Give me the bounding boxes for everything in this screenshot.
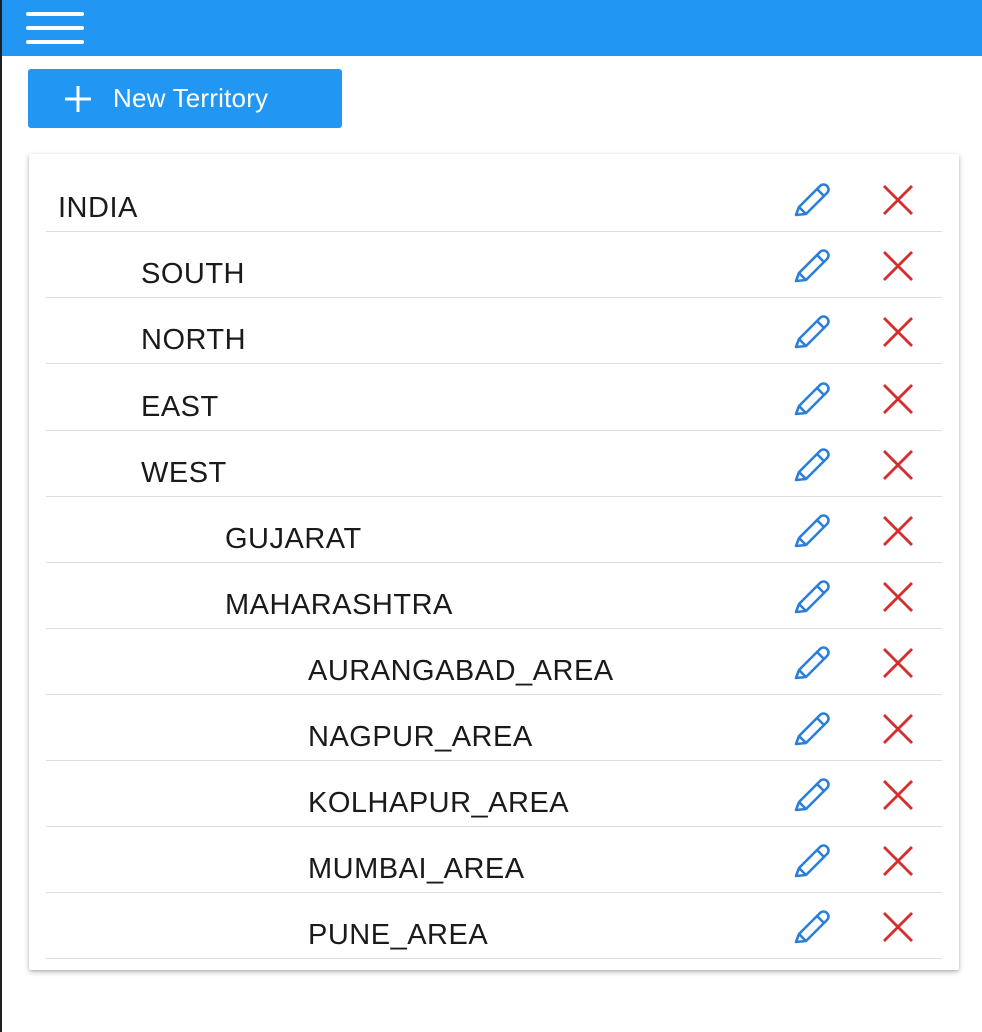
close-icon[interactable] [878, 312, 918, 352]
close-icon[interactable] [878, 907, 918, 947]
territory-row: INDIA [46, 166, 942, 232]
territory-name: NAGPUR_AREA [308, 721, 533, 753]
pencil-icon[interactable] [788, 907, 834, 953]
close-icon[interactable] [878, 445, 918, 485]
territory-row: PUNE_AREA [46, 893, 942, 959]
pencil-icon[interactable] [788, 577, 834, 623]
app-bar [2, 0, 982, 56]
pencil-icon[interactable] [788, 643, 834, 689]
territory-row: EAST [46, 365, 942, 431]
close-icon[interactable] [878, 180, 918, 220]
close-icon[interactable] [878, 577, 918, 617]
pencil-icon[interactable] [788, 709, 834, 755]
new-territory-button[interactable]: New Territory [28, 69, 342, 128]
close-icon[interactable] [878, 379, 918, 419]
territory-name: MUMBAI_AREA [308, 853, 525, 885]
territory-name: WEST [141, 457, 227, 489]
pencil-icon[interactable] [788, 312, 834, 358]
territory-row: GUJARAT [46, 497, 942, 563]
close-icon[interactable] [878, 511, 918, 551]
territory-name: NORTH [141, 324, 247, 356]
territory-row: KOLHAPUR_AREA [46, 761, 942, 827]
territory-tree-card: INDIA SOUTH NORTH EAST WEST GUJARAT MAHARASHTR… [29, 154, 959, 970]
territory-name: AURANGABAD_AREA [308, 655, 614, 687]
app-window: New Territory INDIA SOUTH NORTH EAST WEST GUJ… [0, 0, 982, 1032]
territory-row: AURANGABAD_AREA [46, 629, 942, 695]
close-icon[interactable] [878, 841, 918, 881]
close-icon[interactable] [878, 246, 918, 286]
hamburger-menu-icon[interactable] [26, 12, 84, 44]
new-territory-label: New Territory [113, 83, 269, 113]
close-icon[interactable] [878, 775, 918, 815]
pencil-icon[interactable] [788, 445, 834, 491]
pencil-icon[interactable] [788, 246, 834, 292]
close-icon[interactable] [878, 709, 918, 749]
territory-name: SOUTH [141, 258, 245, 290]
territory-row: WEST [46, 431, 942, 497]
pencil-icon[interactable] [788, 775, 834, 821]
pencil-icon[interactable] [788, 180, 834, 226]
territory-name: PUNE_AREA [308, 919, 489, 951]
territory-name: KOLHAPUR_AREA [308, 787, 570, 819]
plus-icon [62, 83, 94, 115]
pencil-icon[interactable] [788, 841, 834, 887]
territory-row: MAHARASHTRA [46, 563, 942, 629]
territory-name: INDIA [58, 192, 138, 224]
territory-name: GUJARAT [225, 523, 362, 555]
pencil-icon[interactable] [788, 379, 834, 425]
territory-name: MAHARASHTRA [225, 589, 453, 621]
pencil-icon[interactable] [788, 511, 834, 557]
territory-row: NORTH [46, 298, 942, 364]
territory-row: MUMBAI_AREA [46, 827, 942, 893]
territory-row: NAGPUR_AREA [46, 695, 942, 761]
territory-name: EAST [141, 391, 219, 423]
territory-row: SOUTH [46, 232, 942, 298]
close-icon[interactable] [878, 643, 918, 683]
